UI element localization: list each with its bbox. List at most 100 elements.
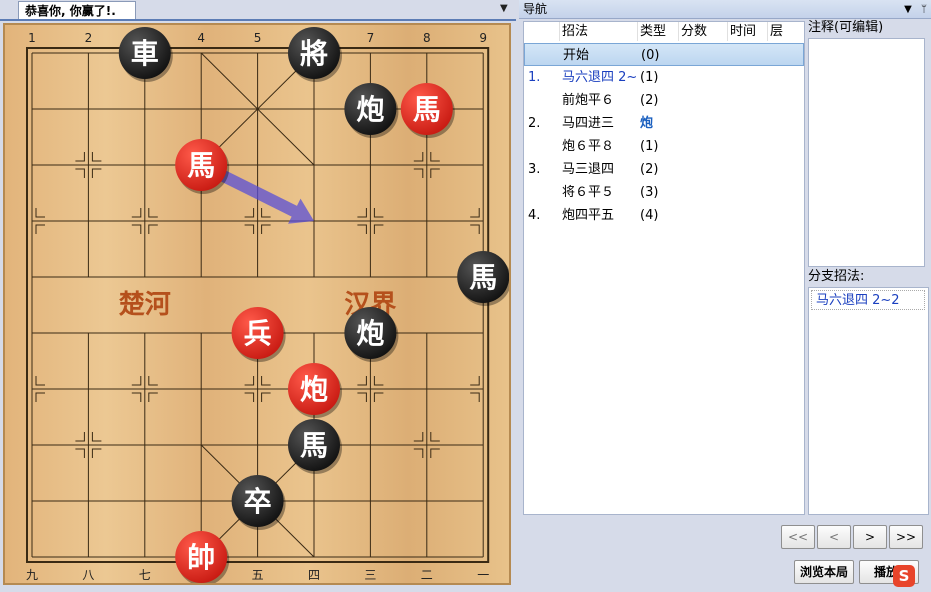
- col-header-depth[interactable]: 层: [768, 22, 804, 41]
- position-mark: [430, 168, 440, 178]
- move-number: 2.: [528, 116, 541, 131]
- piece-red-horse-selected[interactable]: 馬: [175, 139, 230, 194]
- piece-red-king[interactable]: 帥: [175, 531, 230, 583]
- piece-label: 炮: [356, 93, 384, 126]
- bottom-file-label: 一: [477, 568, 489, 582]
- position-mark: [244, 392, 255, 402]
- move-row[interactable]: 开始 (0): [524, 43, 804, 66]
- browse-game-button[interactable]: 浏览本局: [794, 560, 854, 584]
- move-notation: 马三退四: [562, 162, 615, 177]
- move-row[interactable]: 4. 炮四平五 (4): [524, 204, 804, 227]
- bottom-file-label: 二: [421, 568, 433, 582]
- move-list[interactable]: 招法 类型 分数 时间 层 开始 (0) 1. 马六退四 2~ (1) 前炮平６ (2) 2.…: [523, 21, 805, 515]
- move-row[interactable]: 2. 马四进三 炮: [524, 112, 804, 135]
- nav-title: 导航: [523, 2, 548, 16]
- bottom-file-label: 七: [139, 568, 151, 582]
- piece-label: 車: [131, 37, 159, 70]
- move-row[interactable]: 1. 马六退四 2~ (1): [524, 66, 804, 89]
- move-type: (2): [640, 162, 659, 177]
- branch-label: 分支招法:: [808, 269, 865, 284]
- tab-strip: [0, 19, 516, 21]
- piece-black-horse-right[interactable]: 馬: [457, 251, 509, 306]
- move-number: 3.: [528, 162, 541, 177]
- position-mark: [244, 208, 255, 218]
- branch-list[interactable]: 马六退四 2~2: [808, 287, 929, 515]
- last-move-button[interactable]: >>: [889, 525, 923, 549]
- move-row[interactable]: 前炮平６ (2): [524, 89, 804, 112]
- piece-red-cannon[interactable]: 炮: [288, 363, 342, 418]
- piece-label: 將: [300, 37, 328, 70]
- position-mark: [357, 208, 367, 218]
- move-number: 4.: [528, 208, 541, 223]
- col-header-type[interactable]: 类型: [638, 22, 679, 41]
- position-mark: [470, 376, 480, 386]
- bottom-file-label: 八: [82, 568, 94, 582]
- position-mark: [148, 208, 158, 218]
- position-mark: [413, 448, 424, 458]
- position-mark: [35, 208, 45, 218]
- col-header-move[interactable]: 招法: [560, 22, 638, 41]
- position-mark: [261, 224, 271, 234]
- piece-label: 炮: [356, 317, 384, 350]
- col-header-time[interactable]: 时间: [728, 22, 768, 41]
- branch-item[interactable]: 马六退四 2~2: [811, 290, 925, 310]
- position-mark: [430, 432, 440, 442]
- top-file-label: 4: [197, 31, 205, 45]
- col-header-score[interactable]: 分数: [679, 22, 728, 41]
- position-mark: [470, 392, 480, 402]
- bottom-file-label: 三: [364, 568, 376, 582]
- piece-label: 馬: [413, 93, 441, 126]
- dropdown-arrow-icon[interactable]: ▼: [500, 3, 508, 14]
- next-move-button[interactable]: >: [853, 525, 887, 549]
- piece-label: 馬: [300, 429, 328, 462]
- move-number: 1.: [528, 70, 541, 85]
- piece-black-horse-bottom[interactable]: 馬: [288, 419, 342, 474]
- piece-label: 卒: [244, 485, 272, 518]
- position-mark: [244, 376, 255, 386]
- chess-board[interactable]: 123456789九八七六五四三二一楚河汉界車將炮馬馬馬兵炮炮馬卒帥: [3, 23, 511, 585]
- move-type: (3): [640, 185, 659, 200]
- prev-move-button[interactable]: <: [817, 525, 851, 549]
- sogou-ime-icon[interactable]: S: [893, 565, 915, 587]
- move-notation: 前炮平６: [562, 93, 615, 108]
- top-file-label: 8: [423, 31, 431, 45]
- col-header-num: [524, 22, 560, 41]
- position-mark: [35, 392, 45, 402]
- first-move-button[interactable]: <<: [781, 525, 815, 549]
- position-mark: [373, 392, 384, 402]
- position-mark: [131, 392, 142, 402]
- position-mark: [35, 376, 45, 386]
- board-tab[interactable]: 恭喜你, 你赢了!.: [18, 1, 136, 20]
- piece-label: 炮: [300, 373, 328, 406]
- piece-red-horse-top[interactable]: 馬: [400, 83, 455, 138]
- position-mark: [373, 208, 384, 218]
- piece-black-general[interactable]: 將: [288, 27, 342, 82]
- piece-black-cannon-top[interactable]: 炮: [344, 83, 399, 138]
- piece-black-pawn[interactable]: 卒: [231, 475, 286, 530]
- position-mark: [91, 152, 102, 162]
- position-mark: [131, 224, 142, 234]
- move-row[interactable]: 将６平５ (3): [524, 181, 804, 204]
- move-row[interactable]: 3. 马三退四 (2): [524, 158, 804, 181]
- move-notation: 炮６平８: [562, 139, 615, 154]
- position-mark: [261, 392, 271, 402]
- position-mark: [430, 448, 440, 458]
- move-notation: 将６平５: [562, 185, 615, 200]
- comment-label: 注释(可编辑): [808, 20, 884, 35]
- position-mark: [357, 224, 367, 234]
- piece-red-soldier[interactable]: 兵: [231, 307, 286, 362]
- top-file-label: 7: [367, 31, 375, 45]
- board-panel: 恭喜你, 你赢了!. ▼ 123456789九八七六五四三二一楚河汉界車將炮馬馬…: [0, 0, 516, 592]
- dropdown-arrow-icon[interactable]: ▼: [904, 4, 912, 15]
- river-label-left: 楚河: [119, 290, 171, 320]
- piece-black-chariot[interactable]: 車: [118, 27, 173, 82]
- position-mark: [357, 392, 367, 402]
- piece-label: 馬: [469, 261, 497, 294]
- piece-label: 帥: [187, 541, 215, 574]
- position-mark: [91, 432, 102, 442]
- move-notation: 马六退四 2~: [562, 70, 638, 85]
- comment-textarea[interactable]: [808, 38, 925, 267]
- pin-icon[interactable]: ᛘ: [921, 4, 927, 15]
- move-row[interactable]: 炮６平８ (1): [524, 135, 804, 158]
- position-mark: [75, 448, 85, 458]
